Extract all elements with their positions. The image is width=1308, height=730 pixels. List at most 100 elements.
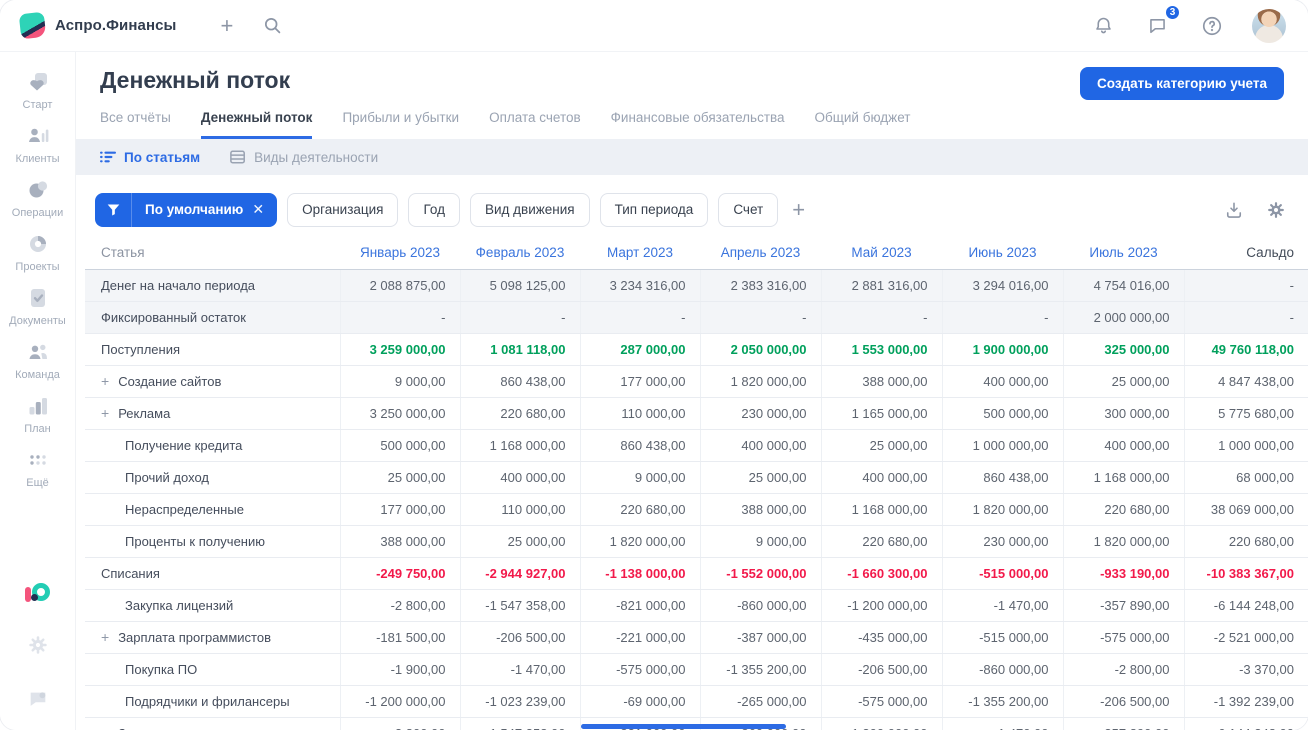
cell-value: -1 552 000,00 [699,557,821,590]
tab-cash-flow[interactable]: Денежный поток [200,110,313,139]
cell-value: 5 098 125,00 [459,269,580,302]
operations-icon [26,178,50,202]
cell-value: -387 000,00 [699,621,821,654]
table-row[interactable]: Проценты к получению 388 000,00 25 000,00 1… [85,525,1308,558]
expand-row-icon[interactable]: + [101,725,109,730]
sidebar-item-label: Команда [15,369,60,381]
cell-value: 400 000,00 [941,365,1063,398]
cell-value: 110 000,00 [459,493,580,526]
cell-value: -1 023 239,00 [459,685,580,718]
table-settings-gear-icon[interactable] [1264,198,1288,222]
notifications-bell-icon[interactable] [1089,11,1118,40]
cell-value: -575 000,00 [820,685,942,718]
column-header[interactable]: Июль 2023 [1063,237,1184,270]
table-row[interactable]: Получение кредита 500 000,00 1 168 000,00 8… [85,429,1308,462]
clear-filter-icon[interactable]: ✕ [252,201,264,218]
table-body: Денег на начало периода 2 088 875,00 5 098… [85,269,1308,730]
table-row[interactable]: + Зарплата программистов -181 500,00 -206 5… [85,621,1308,654]
row-label: Прочий доход [85,461,340,494]
tab-total-budget[interactable]: Общий бюджет [815,110,911,139]
row-label: Нераспределенные [85,493,340,526]
column-header[interactable]: Июнь 2023 [942,237,1063,270]
topbar: Аспро.Финансы + 3 [0,0,1308,52]
view-by-activity[interactable]: Виды деятельности [230,150,378,165]
add-filter-icon[interactable]: + [792,198,805,221]
filter-chip-period-type[interactable]: Тип периода [599,192,709,227]
column-header[interactable]: Май 2023 [821,237,942,270]
cell-value: 860 438,00 [579,429,700,462]
row-label: Получение кредита [85,429,340,462]
cell-value: -1 200 000,00 [820,589,942,622]
user-avatar[interactable] [1252,8,1286,43]
cell-value: 25 000,00 [820,429,942,462]
tab-profit-loss[interactable]: Прибыли и убытки [342,110,459,139]
filter-chip-account[interactable]: Счет [718,192,779,227]
cashflow-table: Статья Январь 2023 Февраль 2023 Март 2023 Ап… [85,237,1308,730]
sidebar-settings-gear-icon[interactable] [23,630,53,660]
more-icon [26,448,50,472]
tab-liabilities[interactable]: Финансовые обязательства [611,110,785,139]
cell-value: -575 000,00 [1062,621,1184,654]
cell-value: 1 168 000,00 [1062,461,1184,494]
table-header-row: Статья Январь 2023 Февраль 2023 Март 2023 Ап… [85,237,1308,270]
cell-value: -2 800,00 [1062,653,1184,686]
create-category-button[interactable]: Создать категорию учета [1080,67,1284,100]
cell-value: 400 000,00 [820,461,942,494]
tab-invoice-payment[interactable]: Оплата счетов [489,110,581,139]
sidebar-item-team[interactable]: Команда [0,334,75,388]
sidebar-item-start[interactable]: Старт [0,64,75,118]
documents-icon [26,286,50,310]
report-tabs: Все отчёты Денежный поток Прибыли и убытки… [100,110,1284,139]
table-row[interactable]: Закупка лицензий -2 800,00 -1 547 358,00 -8… [85,589,1308,622]
filter-chip-movement-type[interactable]: Вид движения [469,192,590,227]
filter-chip-year[interactable]: Год [408,192,460,227]
cell-value: -6 144 248,00 [1183,589,1308,622]
table-row[interactable]: Покупка ПО -1 900,00 -1 470,00 -575 000,00-… [85,653,1308,686]
cell-value: 3 259 000,00 [339,333,460,366]
tab-all-reports[interactable]: Все отчёты [100,110,171,139]
search-icon[interactable] [259,12,286,39]
table-row[interactable]: Прочий доход 25 000,00 400 000,00 9 000,00 2… [85,461,1308,494]
column-header[interactable]: Апрель 2023 [700,237,821,270]
row-label: Подрядчики и фрилансеры [85,685,340,718]
cell-value: -206 500,00 [820,653,942,686]
aspro-cloud-logo-icon[interactable] [24,582,51,606]
table-row[interactable]: Списания -249 750,00 -2 944 927,00 -1 138 0… [85,557,1308,590]
column-header[interactable]: Февраль 2023 [460,237,580,270]
cell-value: -860 000,00 [941,653,1063,686]
sidebar-item-documents[interactable]: Документы [0,280,75,334]
table-row[interactable]: Денег на начало периода 2 088 875,00 5 098… [85,269,1308,302]
cell-value: 49 760 118,00 [1183,333,1308,366]
sidebar-item-label: Документы [9,315,66,327]
sidebar-item-more[interactable]: Ещё [0,442,75,496]
cell-value: 3 234 316,00 [579,269,700,302]
create-new-icon[interactable]: + [216,11,237,41]
active-filter-chip[interactable]: По умолчанию ✕ [95,192,278,227]
cell-value: 220 680,00 [459,397,580,430]
filter-chip-organization[interactable]: Организация [287,192,399,227]
expand-row-icon[interactable]: + [101,629,109,645]
sidebar-item-plan[interactable]: План [0,388,75,442]
row-label: Проценты к получению [85,525,340,558]
table-row[interactable]: + Создание сайтов 9 000,00 860 438,00 177 00… [85,365,1308,398]
sidebar-item-operations[interactable]: Операции [0,172,75,226]
table-row[interactable]: + Реклама 3 250 000,00 220 680,00 110 000,00… [85,397,1308,430]
expand-row-icon[interactable]: + [101,373,109,389]
column-header: Статья [85,237,340,270]
table-row[interactable]: Фиксированный остаток - - - - - -2 000 000,00- [85,301,1308,334]
help-icon[interactable] [1197,11,1227,41]
column-header[interactable]: Январь 2023 [340,237,460,270]
download-icon[interactable] [1222,198,1246,222]
table-row[interactable]: Нераспределенные 177 000,00 110 000,00 220 … [85,493,1308,526]
column-header[interactable]: Март 2023 [580,237,700,270]
table-row[interactable]: Подрядчики и фрилансеры -1 200 000,00 -1 0… [85,685,1308,718]
cell-value: 860 438,00 [941,461,1063,494]
expand-row-icon[interactable]: + [101,405,109,421]
table-row[interactable]: Поступления 3 259 000,00 1 081 118,00 287 0… [85,333,1308,366]
sidebar-item-clients[interactable]: Клиенты [0,118,75,172]
view-by-articles[interactable]: По статьям [100,150,200,165]
sidebar-chat-icon[interactable] [23,684,53,714]
sidebar-item-projects[interactable]: Проекты [0,226,75,280]
horizontal-scrollbar-thumb[interactable] [581,724,786,729]
brand[interactable]: Аспро.Финансы [18,11,176,40]
